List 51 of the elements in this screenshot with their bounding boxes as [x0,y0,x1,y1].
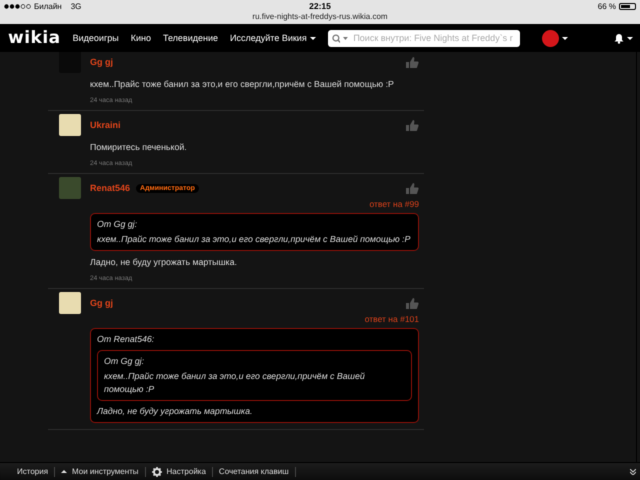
quote-author: От Renat546: [97,333,156,346]
quote-author: От Gg gj: [97,218,138,231]
reply-link[interactable]: ответ на #99 [90,199,419,209]
thumbs-up-icon[interactable] [406,56,419,68]
comment-text: Ладно, не буду угрожать мартышка. [90,257,238,267]
caret-icon [343,36,348,40]
carrier-name: Билайн [34,2,62,10]
author-link[interactable]: Gg gj [90,57,113,67]
search-icon [332,34,340,42]
avatar-placeholder [59,292,81,314]
caret-icon [626,36,633,40]
nav-link[interactable]: Исследуйте Викия [230,33,316,43]
toolbar-link[interactable]: Мои инструменты [55,466,146,476]
battery-icon [619,2,636,10]
url-text: ru.five-nights-at-freddys-rus.wikia.com [251,12,389,21]
notifications-menu[interactable] [614,32,633,44]
battery-percent: 66 % [598,2,616,10]
bell-icon [614,32,624,44]
caret-icon [562,36,568,40]
reply-link[interactable]: ответ на #101 [90,314,419,324]
thumbs-up-icon[interactable] [406,120,419,130]
toolbar-link[interactable]: Настройка [146,466,213,476]
double-chevron-icon[interactable] [630,468,636,474]
thumbs-up-icon[interactable] [406,182,419,194]
caret-icon [310,36,316,40]
user-avatar [542,30,559,46]
search-field[interactable]: Поиск внутри: Five Nights at Freddy`s r [328,30,520,46]
author-link[interactable]: Gg gj [90,298,113,308]
gear-icon [152,466,162,476]
thumbs-up-icon[interactable] [406,298,419,308]
user-menu[interactable] [542,30,568,46]
author-link[interactable]: Renat546 [90,183,130,193]
network-type: 3G [70,2,82,10]
signal-icon [4,4,31,8]
nav-link[interactable]: Видеоигры [72,33,119,43]
toolbar-link[interactable]: Сочетания клавиш [212,466,296,476]
quote-author: От Gg gj: [104,355,146,368]
toolbar-link[interactable]: История [11,466,56,476]
quote-text: Ладно, не буду угрожать мартышка. [97,405,254,418]
author-link[interactable]: Ukraini [90,120,121,130]
avatar-placeholder [59,114,81,136]
caret-up-icon [61,470,68,473]
quote-text: кхем..Прайс тоже банил за это,и его свергли,причём с Вашей помощью :P [97,233,412,246]
avatar-placeholder [59,177,81,199]
clock-time: 22:15 [309,1,331,11]
comment-text: Помиритесь печенькой. [90,142,188,152]
wikia-logo[interactable]: wikia [8,28,61,48]
comment-text: кхем..Прайс тоже банил за это,и его свергли,причём с Вашей помощью :P [90,79,395,89]
nav-link[interactable]: Телевидение [162,33,218,43]
quote-text: кхем..Прайс тоже банил за это,и его свергли,причём с Вашей помощью :P [104,370,366,396]
nav-link[interactable]: Кино [130,33,151,43]
